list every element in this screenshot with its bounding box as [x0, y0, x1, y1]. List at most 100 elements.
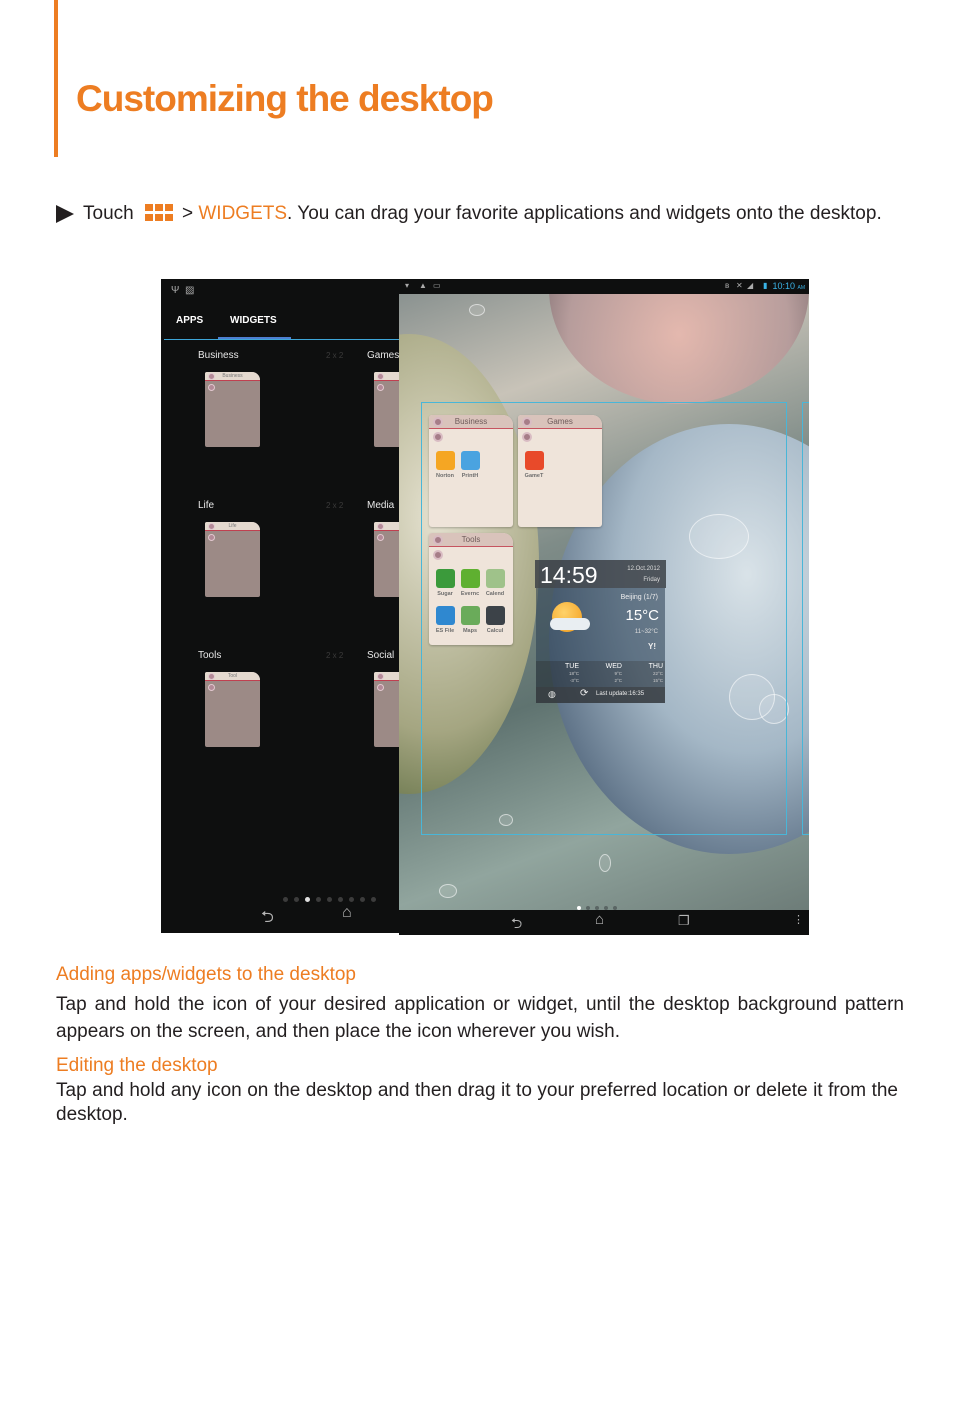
- signal-icon: ◢: [747, 281, 754, 290]
- printer-icon: [460, 451, 480, 470]
- warning-icon: ▲: [419, 281, 427, 290]
- forecast-day: THU 22°C 15°C: [648, 663, 663, 683]
- tab-divider: [164, 339, 401, 340]
- clock-bar: 14:59 12.Oct.2012 Friday: [535, 560, 666, 588]
- clock-weekday: Friday: [643, 577, 660, 583]
- usb-icon: Ψ: [171, 285, 180, 296]
- app-es-file[interactable]: ES File: [434, 606, 456, 634]
- water-drop: [469, 304, 485, 316]
- screenshot-icon: ▭: [433, 281, 441, 290]
- game-icon: [524, 451, 544, 470]
- pin-icon: [433, 432, 443, 442]
- folder-business[interactable]: Business Norton PrintH: [429, 415, 513, 527]
- section-body-editing: Tap and hold any icon on the desktop and…: [56, 1080, 898, 1125]
- title-accent-bar: [54, 0, 58, 157]
- home-icon[interactable]: ⌂: [595, 911, 604, 928]
- app-printhand[interactable]: PrintH: [459, 451, 481, 479]
- water-drop: [599, 854, 611, 872]
- home-icon[interactable]: ⌂: [342, 904, 352, 922]
- section-body-adding: Tap and hold the icon of your desired ap…: [56, 994, 904, 1042]
- recent-apps-icon[interactable]: ❐: [678, 913, 690, 929]
- weather-update-bar: ◍ ⟳ Last update:16:35: [536, 687, 665, 703]
- instruction-step: Touch > WIDGETS. You can drag your favor…: [56, 200, 906, 228]
- pin-icon: [208, 373, 215, 380]
- page-indicator: [577, 897, 622, 910]
- water-drop: [439, 884, 457, 898]
- status-bar: Ψ ▨: [161, 279, 401, 301]
- app-norton[interactable]: Norton: [434, 451, 456, 479]
- app-evernote[interactable]: Evernc: [459, 569, 481, 597]
- drawer-tabs: APPS WIDGETS: [161, 309, 401, 339]
- app-sugar[interactable]: Sugar: [434, 569, 456, 597]
- step-prefix: Touch: [83, 203, 134, 224]
- pin-icon: [377, 534, 384, 541]
- calendar-icon: [485, 569, 505, 588]
- widget-label: Media: [367, 500, 395, 511]
- forecast-day: TUE 18°C -3°C: [565, 663, 579, 683]
- pin-icon: [377, 373, 384, 380]
- pin-icon: [433, 535, 443, 545]
- pin-icon: [522, 432, 532, 442]
- folder-games[interactable]: Games GameT: [518, 415, 602, 527]
- widget-label: Games: [367, 350, 400, 361]
- widget-tools-preview[interactable]: Tool: [205, 672, 260, 747]
- pin-icon: [522, 417, 532, 427]
- app-calculator[interactable]: Calcul: [484, 606, 506, 634]
- weather-temperature: 15°C: [625, 607, 659, 624]
- app-game[interactable]: GameT: [523, 451, 545, 479]
- back-icon[interactable]: ⮌: [511, 913, 522, 935]
- next-page-frame: [802, 402, 809, 835]
- weather-clock-widget[interactable]: 14:59 12.Oct.2012 Friday Beijing (1/7) 1…: [535, 560, 666, 711]
- menu-icon[interactable]: ⋮: [793, 913, 804, 926]
- wallpaper-bubble: [549, 294, 809, 404]
- widget-games-preview[interactable]: G: [374, 372, 401, 447]
- widget-social-preview[interactable]: S: [374, 672, 401, 747]
- widgets-link: WIDGETS: [198, 203, 288, 224]
- widgets-drawer-screenshot: Ψ ▨ APPS WIDGETS Business 2 x 2 Games Bu…: [161, 279, 401, 933]
- page-title: Customizing the desktop: [76, 78, 494, 119]
- folder-icon: [435, 606, 455, 625]
- widget-media-preview[interactable]: M: [374, 522, 401, 597]
- weather-range: 11~32°C: [634, 629, 658, 635]
- status-time: 10:10 AM: [772, 281, 805, 291]
- widget-size: 2 x 2: [326, 651, 344, 660]
- globe-icon[interactable]: ◍: [548, 689, 556, 700]
- back-icon[interactable]: ⮌: [261, 906, 274, 933]
- widget-label: Social: [367, 650, 395, 661]
- maps-icon: [460, 606, 480, 625]
- widget-label: Business: [198, 350, 239, 361]
- yahoo-logo-icon: Y!: [648, 642, 656, 651]
- app-calendar[interactable]: Calend: [484, 569, 506, 597]
- pin-icon: [377, 523, 384, 530]
- navigation-bar: ⮌ ⌂: [161, 899, 401, 933]
- desktop-edit-screenshot: ▾ ▲ ▭ ʙ ✕ ◢ ▮ 10:10 AM Business Norton P…: [399, 279, 809, 935]
- pin-icon: [433, 550, 443, 560]
- tab-widgets[interactable]: WIDGETS: [230, 315, 277, 326]
- evernote-icon: [460, 569, 480, 588]
- app-maps[interactable]: Maps: [459, 606, 481, 634]
- widget-size: 2 x 2: [326, 501, 344, 510]
- section-heading-editing: Editing the desktop: [56, 1055, 218, 1076]
- desktop-wallpaper[interactable]: Business Norton PrintH Games GameT Tools…: [399, 294, 809, 910]
- cloud-icon: [550, 618, 590, 630]
- battery-icon: ▮: [763, 281, 768, 290]
- norton-icon: [435, 451, 455, 470]
- widget-life-preview[interactable]: Life: [205, 522, 260, 597]
- wifi-icon: ▾: [405, 281, 410, 290]
- tab-apps[interactable]: APPS: [176, 315, 203, 326]
- pin-icon: [433, 417, 443, 427]
- widget-business-preview[interactable]: Business: [205, 372, 260, 447]
- weather-city[interactable]: Beijing (1/7): [621, 594, 658, 601]
- last-update: Last update:16:35: [596, 691, 645, 697]
- calculator-icon: [485, 606, 505, 625]
- apps-grid-icon: [144, 204, 174, 221]
- step-suffix: . You can drag your favorite application…: [287, 203, 882, 224]
- pin-icon: [208, 673, 215, 680]
- pin-icon: [208, 534, 215, 541]
- status-bar: ▾ ▲ ▭ ʙ ✕ ◢ ▮ 10:10 AM: [399, 279, 809, 294]
- bullet-arrow-icon: [56, 205, 74, 223]
- section-heading-adding: Adding apps/widgets to the desktop: [56, 964, 356, 985]
- widget-label: Tools: [198, 650, 222, 661]
- folder-tools[interactable]: Tools Sugar Evernc Calend ES File Maps C…: [429, 533, 513, 645]
- refresh-icon[interactable]: ⟳: [580, 688, 588, 699]
